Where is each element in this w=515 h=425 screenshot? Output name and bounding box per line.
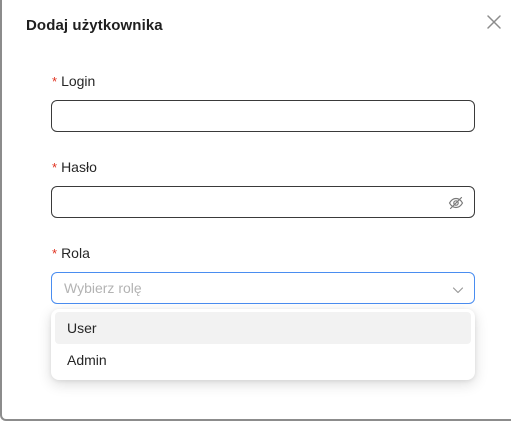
role-select[interactable]: Wybierz rolę (51, 272, 475, 304)
role-select-placeholder: Wybierz rolę (64, 280, 142, 296)
add-user-modal: Dodaj użytkownika * Login * Hasło * Rola Wy… (0, 0, 511, 421)
modal-title: Dodaj użytkownika (26, 17, 163, 34)
role-dropdown: User Admin (51, 309, 475, 380)
role-option-user[interactable]: User (55, 312, 471, 344)
login-label-text: Login (61, 73, 96, 89)
role-label-text: Rola (61, 245, 90, 261)
eye-off-icon[interactable] (448, 195, 464, 211)
password-label-text: Hasło (61, 159, 97, 175)
role-option-admin[interactable]: Admin (55, 344, 471, 376)
chevron-down-icon[interactable] (452, 283, 464, 295)
login-label: * Login (52, 73, 95, 89)
password-label: * Hasło (52, 159, 97, 175)
role-label: * Rola (52, 245, 90, 261)
required-mark: * (52, 74, 58, 89)
required-mark: * (52, 246, 58, 261)
close-icon[interactable] (485, 13, 503, 31)
password-input[interactable] (51, 186, 475, 218)
required-mark: * (52, 160, 58, 175)
login-input[interactable] (51, 100, 475, 132)
